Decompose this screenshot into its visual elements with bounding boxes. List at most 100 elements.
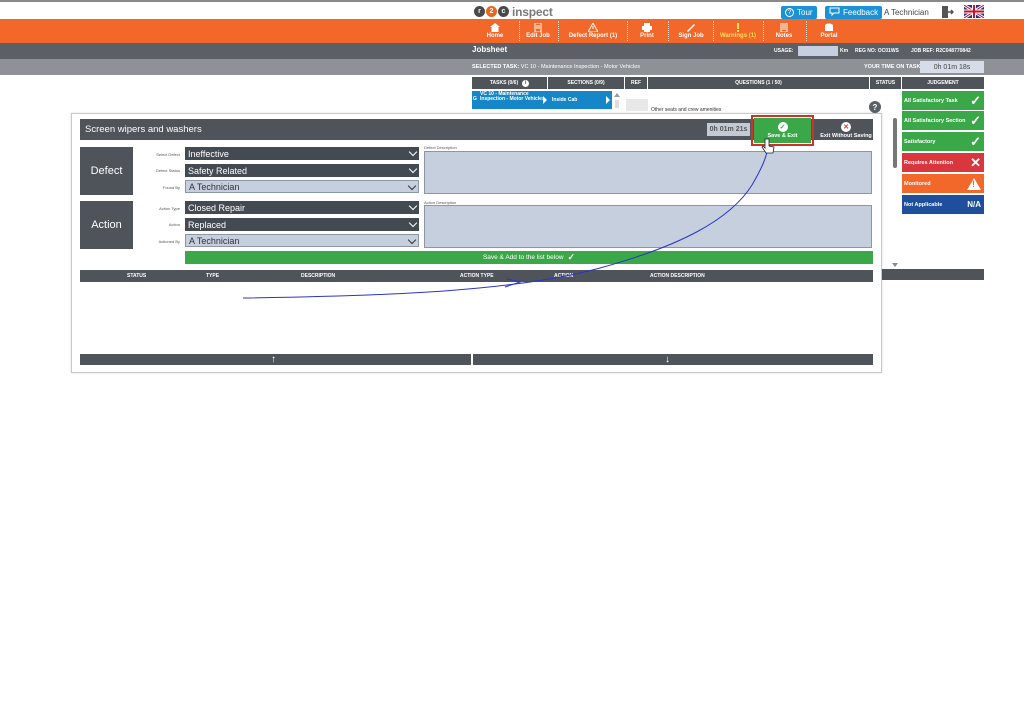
scroll-down-button[interactable]: ↓ — [473, 354, 873, 365]
action-dropdown[interactable]: Replaced — [185, 218, 419, 231]
arrow-down-icon: ↓ — [665, 354, 670, 365]
judgement-all-satisfactory-section[interactable]: All Satisfactory Section ✓ — [902, 111, 984, 130]
exclamation-icon — [737, 23, 739, 32]
select-value: Safety Related — [188, 165, 248, 176]
page-title: Jobsheet — [472, 45, 508, 54]
nav-label: Notes — [775, 33, 793, 39]
action-description-input[interactable] — [424, 205, 872, 248]
tour-button[interactable]: ? Tour — [781, 6, 817, 19]
nav-separator — [668, 21, 669, 41]
info-icon[interactable]: i — [522, 79, 530, 87]
logout-icon[interactable] — [940, 5, 955, 19]
nav-notes[interactable]: Notes — [765, 19, 803, 43]
warning-icon: ! — [967, 177, 981, 190]
exit-without-saving-button[interactable]: ✕ Exit Without Saving — [816, 120, 876, 140]
app-logo[interactable]: r 2 c inspect — [474, 4, 553, 19]
save-and-add-button[interactable]: Save & Add to the list below ✓ — [185, 251, 873, 264]
actioned-by-label: Actioned By — [158, 239, 180, 244]
column-header: ACTION DESCRIPTION — [650, 273, 705, 279]
chat-bubble-icon — [829, 7, 840, 18]
column-header: STATUS — [127, 273, 147, 279]
time-on-task-label: YOUR TIME ON TASK: — [864, 64, 923, 70]
judgement-not-applicable[interactable]: Not Applicable N/A — [902, 195, 984, 214]
judgement-requires-attention[interactable]: Requires Attention ✕ — [902, 153, 984, 172]
nav-edit-job[interactable]: Edit Job — [521, 19, 555, 43]
judgement-satisfactory[interactable]: Satisfactory ✓ — [902, 132, 984, 151]
defect-list — [80, 282, 873, 352]
action-type-dropdown[interactable]: Closed Repair — [185, 201, 419, 214]
usage-label: USAGE: — [774, 48, 794, 54]
nav-defect-report[interactable]: Defect Report (1) — [560, 19, 626, 43]
actioned-by-dropdown[interactable]: A Technician — [185, 234, 419, 247]
nav-label: Defect Report (1) — [568, 33, 618, 39]
nav-portal[interactable]: Portal — [808, 19, 850, 43]
scrollbar[interactable] — [890, 90, 900, 270]
top-bar: r 2 c inspect ? Tour Feedback A Technici… — [0, 0, 1024, 19]
modal-header: Screen wipers and washers 0h 01m 21s ✓ S… — [80, 115, 876, 146]
nav-label: Warnings (1) — [719, 33, 757, 39]
help-icon[interactable]: ? — [869, 101, 881, 113]
logo-letter: c — [498, 6, 509, 17]
check-icon: ✓ — [970, 93, 981, 108]
nav-label: Home — [486, 33, 504, 39]
feedback-label: Feedback — [843, 8, 879, 17]
edit-document-icon — [534, 23, 542, 32]
defect-description-input[interactable] — [424, 151, 872, 194]
pen-icon — [687, 24, 695, 32]
warning-icon-mark: ! — [972, 178, 975, 189]
nav-separator — [713, 21, 714, 41]
column-header: ACTION — [554, 273, 574, 279]
select-value: A Technician — [189, 235, 240, 246]
nav-separator — [763, 21, 764, 41]
logo-text: inspect — [512, 4, 553, 19]
sections-header: SECTIONS (0/9) — [548, 77, 624, 89]
uk-flag-icon[interactable] — [964, 5, 984, 18]
ref-cell — [626, 99, 648, 111]
chevron-right-icon — [543, 96, 547, 104]
select-value: Replaced — [188, 219, 227, 230]
task-prefix: G — [473, 96, 477, 102]
nav-home[interactable]: Home — [476, 19, 514, 43]
judgement-monitored[interactable]: Monitored ! — [902, 174, 984, 193]
table-header-strip — [882, 269, 984, 280]
select-value: A Technician — [189, 181, 240, 192]
task-item-label: VC 10 - Maintenance Inspection - Motor V… — [480, 91, 545, 102]
logo-letter: r — [474, 6, 485, 17]
scroll-up-icon[interactable] — [612, 91, 622, 109]
feedback-button[interactable]: Feedback — [825, 6, 883, 19]
selected-task-label: SELECTED TASK: — [472, 64, 520, 70]
scroll-up-button[interactable]: ↑ — [80, 354, 471, 365]
usage-unit: Km — [840, 48, 849, 54]
judgement-label: Satisfactory — [904, 138, 936, 145]
column-header: TYPE — [206, 273, 220, 279]
usage-input[interactable] — [798, 46, 838, 56]
nav-separator — [519, 21, 520, 41]
chevron-right-icon — [606, 96, 610, 104]
select-defect-dropdown[interactable]: Ineffective — [185, 147, 419, 160]
time-on-task-value: 0h 01m 18s — [920, 61, 984, 73]
section-item[interactable]: Inside Cab — [548, 91, 612, 109]
nav-print[interactable]: Print — [629, 19, 665, 43]
judgement-all-satisfactory-task[interactable]: All Satisfactory Task ✓ — [902, 91, 984, 110]
judgement-label: Monitored — [904, 180, 931, 187]
exit-without-saving-label: Exit Without Saving — [820, 132, 872, 139]
job-ref: JOB REF: R2C048770842 — [911, 48, 971, 54]
nav-warnings[interactable]: Warnings (1) — [715, 19, 761, 43]
selected-task: SELECTED TASK: VC 10 - Maintenance Inspe… — [472, 64, 640, 70]
arrow-up-icon: ↑ — [271, 354, 276, 365]
nav-sign-job[interactable]: Sign Job — [670, 19, 712, 43]
defect-section-label: Defect — [80, 147, 133, 195]
select-defect-label: Select Defect — [156, 152, 180, 157]
defect-list-header: STATUS TYPE DESCRIPTION ACTION TYPE ACTI… — [80, 270, 873, 282]
task-item[interactable]: G VC 10 - Maintenance Inspection - Motor… — [472, 91, 548, 109]
defect-status-dropdown[interactable]: Safety Related — [185, 164, 419, 177]
action-type-label: Action Type — [159, 206, 180, 211]
modal-timer: 0h 01m 21s — [707, 123, 750, 136]
logo-letter: 2 — [486, 6, 497, 17]
check-circle-icon: ✓ — [777, 122, 788, 132]
judgement-label: All Satisfactory Task — [904, 97, 958, 104]
nav-separator — [627, 21, 628, 41]
found-by-dropdown[interactable]: A Technician — [185, 180, 419, 193]
select-value: Closed Repair — [188, 202, 246, 213]
chevron-down-icon — [408, 164, 418, 173]
